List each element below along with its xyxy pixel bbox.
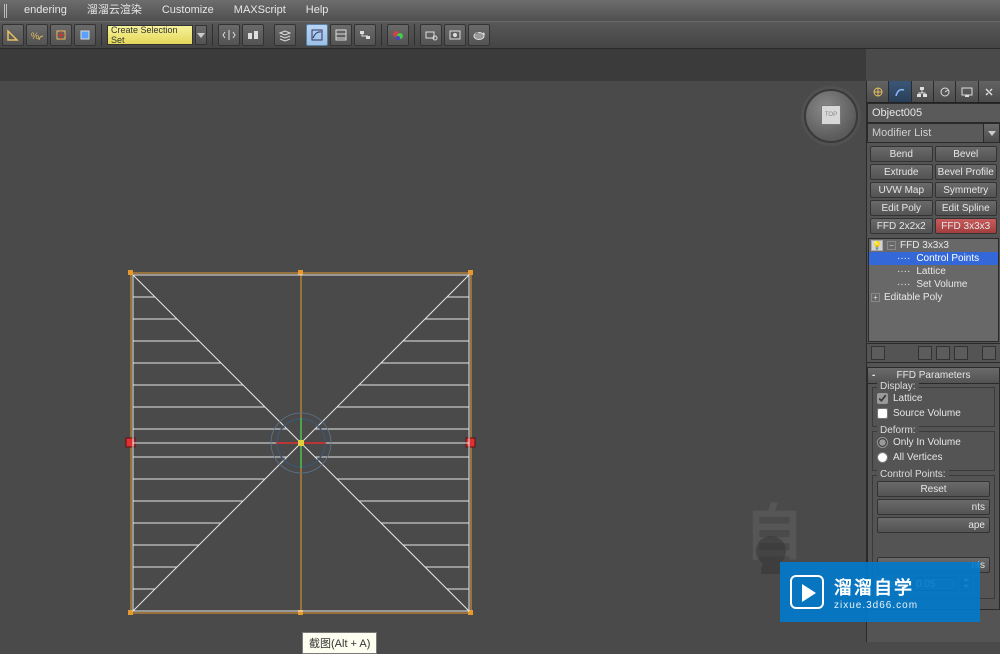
menu-cloudrender[interactable]: 溜溜云渲染 (77, 0, 152, 21)
mod-uvw-map[interactable]: UVW Map (870, 182, 933, 198)
offset-spinner-buttons[interactable]: ▲▼ (961, 577, 971, 591)
mod-ffd-3x3x3[interactable]: FFD 3x3x3 (935, 218, 998, 234)
svg-text:%: % (31, 31, 39, 41)
stack-toggle-icon[interactable]: 💡 (871, 240, 883, 251)
deform-group-label: Deform: (877, 425, 919, 436)
lattice-checkbox[interactable]: Lattice (877, 391, 990, 406)
modifier-buttons: Bend Bevel Extrude Bevel Profile UVW Map… (867, 143, 1000, 237)
tab-hierarchy[interactable] (912, 81, 934, 102)
mod-edit-spline[interactable]: Edit Spline (935, 200, 998, 216)
display-group-label: Display: (877, 381, 919, 392)
grip-icon (4, 4, 8, 18)
viewport-header-strip (0, 49, 866, 81)
mod-edit-poly[interactable]: Edit Poly (870, 200, 933, 216)
make-unique-icon[interactable] (936, 346, 950, 360)
modifier-list-label: Modifier List (872, 127, 931, 139)
view-cube-face[interactable]: TOP (821, 105, 841, 125)
conform-button-truncated[interactable]: ape (877, 517, 990, 533)
material-editor-icon[interactable] (387, 24, 409, 46)
mod-ffd-2x2x2[interactable]: FFD 2x2x2 (870, 218, 933, 234)
mirror-icon[interactable] (218, 24, 240, 46)
main-toolbar: % Create Selection Set (0, 21, 1000, 49)
command-panel-tabs (867, 81, 1000, 103)
display-group: Display: Lattice Source Volume (872, 387, 995, 427)
mod-symmetry[interactable]: Symmetry (935, 182, 998, 198)
menu-customize[interactable]: Customize (152, 0, 224, 21)
separator (212, 24, 213, 46)
align-icon[interactable] (242, 24, 264, 46)
animate-button-truncated[interactable]: nts (877, 499, 990, 515)
menu-help[interactable]: Help (296, 0, 339, 21)
stack-editable-poly[interactable]: + Editable Poly (869, 291, 998, 304)
object-name-input[interactable] (867, 103, 1000, 123)
show-end-result-icon[interactable] (918, 346, 932, 360)
remove-modifier-icon[interactable] (954, 346, 968, 360)
stack-control-points[interactable]: ····Control Points (869, 252, 998, 265)
stack-set-volume[interactable]: ····Set Volume (869, 278, 998, 291)
stack-tools (867, 343, 1000, 363)
only-in-volume-radio[interactable]: Only In Volume (877, 435, 990, 450)
mod-extrude[interactable]: Extrude (870, 164, 933, 180)
reset-button[interactable]: Reset (877, 481, 990, 497)
offset-spinner-row: Offset : ▲▼ (877, 575, 990, 593)
tab-motion[interactable] (934, 81, 956, 102)
viewport[interactable]: TOP 截图(Alt + A) (0, 81, 866, 642)
source-volume-checkbox[interactable]: Source Volume (877, 406, 990, 421)
mod-bend[interactable]: Bend (870, 146, 933, 162)
mod-bevel-profile[interactable]: Bevel Profile (935, 164, 998, 180)
deform-group: Deform: Only In Volume All Vertices (872, 431, 995, 471)
collapse-icon[interactable]: − (887, 241, 896, 250)
selection-set-input[interactable]: Create Selection Set (107, 25, 193, 45)
modifier-stack[interactable]: 💡 − FFD 3x3x3 ····Control Points ····Lat… (868, 238, 999, 342)
tab-utilities[interactable] (979, 81, 1000, 102)
object-name-row (867, 103, 1000, 123)
snap-angle-icon[interactable] (2, 24, 24, 46)
truncated-button[interactable]: nts (877, 557, 990, 573)
schematic-view-icon[interactable] (354, 24, 376, 46)
separator (381, 24, 382, 46)
ffd-parameters-rollup: - FFD Parameters Display: Lattice Source… (867, 367, 1000, 610)
stack-lattice[interactable]: ····Lattice (869, 265, 998, 278)
separator (414, 24, 415, 46)
render-setup-icon[interactable] (420, 24, 442, 46)
collapse-icon[interactable]: + (871, 293, 880, 302)
dope-sheet-icon[interactable] (330, 24, 352, 46)
spinner-snap-icon[interactable] (50, 24, 72, 46)
view-cube[interactable]: TOP (804, 89, 858, 143)
mod-bevel[interactable]: Bevel (935, 146, 998, 162)
snap-percent-icon[interactable]: % (26, 24, 48, 46)
menu-rendering[interactable]: endering (14, 0, 77, 21)
curve-editor-icon[interactable] (306, 24, 328, 46)
edged-faces-icon[interactable] (74, 24, 96, 46)
separator (101, 24, 102, 46)
configure-sets-icon[interactable] (982, 346, 996, 360)
command-panel: Modifier List Bend Bevel Extrude Bevel P… (866, 81, 1000, 642)
selection-set-dropdown[interactable] (195, 25, 207, 45)
tab-modify[interactable] (889, 81, 911, 102)
workspace: TOP 截图(Alt + A) Modifier List Bend Bevel… (0, 49, 1000, 642)
pin-stack-icon[interactable] (871, 346, 885, 360)
control-points-group-label: Control Points: (877, 469, 949, 480)
render-icon[interactable] (468, 24, 490, 46)
offset-input[interactable] (913, 577, 957, 591)
chevron-down-icon (983, 124, 999, 142)
render-frame-icon[interactable] (444, 24, 466, 46)
screenshot-tooltip: 截图(Alt + A) (302, 632, 377, 654)
tab-display[interactable] (956, 81, 978, 102)
tab-create[interactable] (867, 81, 889, 102)
control-points-group: Control Points: Reset nts ape nts Offset… (872, 475, 995, 599)
offset-label: Offset : (877, 579, 909, 590)
all-vertices-radio[interactable]: All Vertices (877, 450, 990, 465)
menu-bar: endering 溜溜云渲染 Customize MAXScript Help (0, 0, 1000, 21)
layers-icon[interactable] (274, 24, 296, 46)
menu-maxscript[interactable]: MAXScript (224, 0, 296, 21)
viewport-canvas[interactable] (0, 81, 866, 641)
modifier-list-dropdown[interactable]: Modifier List (867, 123, 1000, 143)
stack-ffd3x3x3[interactable]: 💡 − FFD 3x3x3 (869, 239, 998, 252)
